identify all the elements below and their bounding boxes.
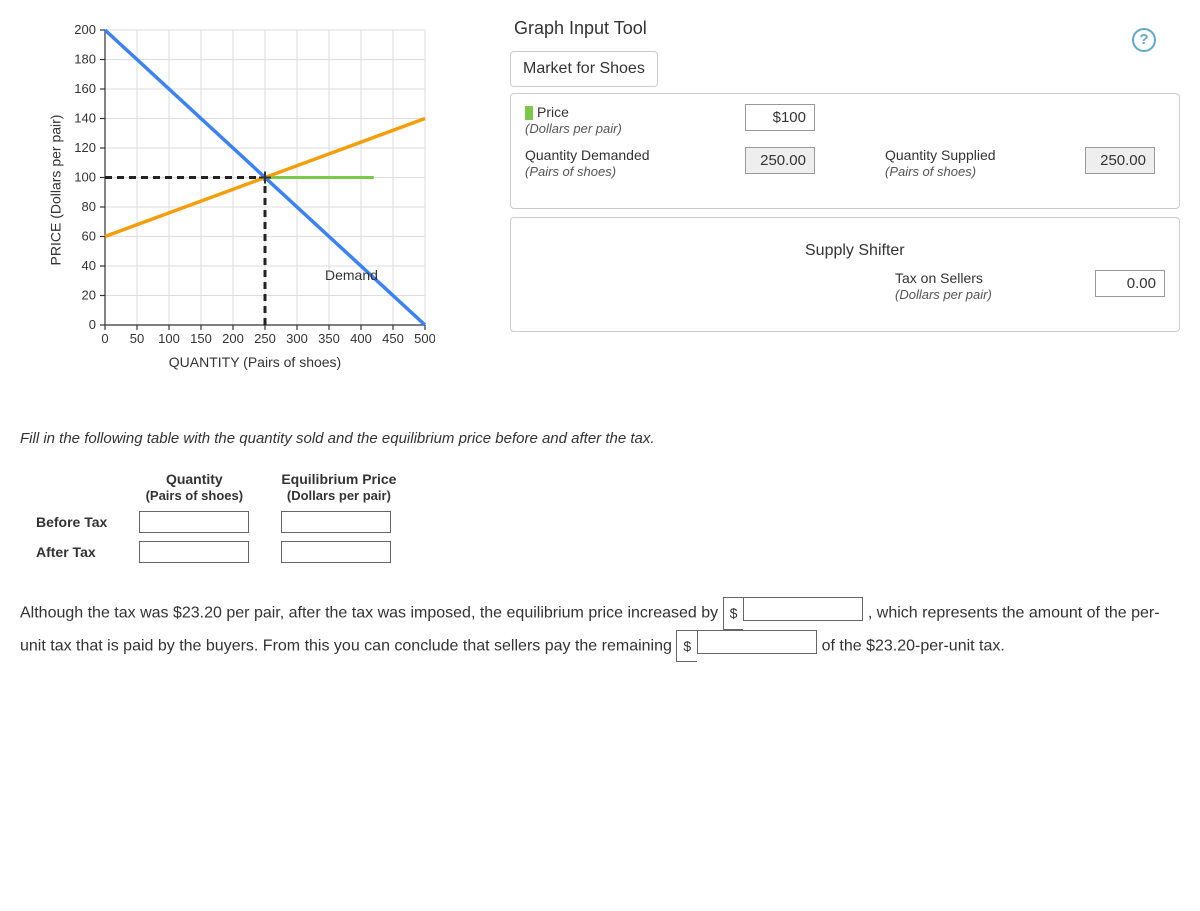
svg-text:500: 500 <box>414 331 435 346</box>
shifter-body: Supply Shifter Tax on Sellers (Dollars p… <box>510 217 1180 332</box>
svg-text:160: 160 <box>75 81 96 96</box>
col-quantity-head: Quantity(Pairs of shoes) <box>123 467 265 507</box>
svg-text:250: 250 <box>254 331 276 346</box>
qs-label: Quantity Supplied (Pairs of shoes) <box>885 147 996 180</box>
table-row: After Tax <box>20 537 412 567</box>
svg-text:200: 200 <box>75 22 96 37</box>
instructions-text: Fill in the following table with the qua… <box>20 430 1180 447</box>
tool-header: Graph Input Tool <box>510 10 1180 51</box>
seller-burden-input[interactable]: $ <box>676 630 817 663</box>
shifter-title: Supply Shifter <box>805 242 1165 260</box>
price-label: Price (Dollars per pair) <box>525 104 622 137</box>
svg-text:150: 150 <box>190 331 212 346</box>
svg-text:0: 0 <box>101 331 108 346</box>
svg-text:350: 350 <box>318 331 340 346</box>
plot-area[interactable]: 0 50 100 150 200 250 300 350 400 450 500 0 20 40 60 80 1… <box>75 20 435 350</box>
svg-text:100: 100 <box>158 331 180 346</box>
svg-text:120: 120 <box>75 140 96 155</box>
qd-label: Quantity Demanded (Pairs of shoes) <box>525 147 650 180</box>
svg-text:100: 100 <box>75 170 96 185</box>
col-price-head: Equilibrium Price(Dollars per pair) <box>265 467 412 507</box>
row-before-label: Before Tax <box>20 507 123 537</box>
conclusion-paragraph: Although the tax was $23.20 per pair, af… <box>20 597 1180 662</box>
svg-text:140: 140 <box>75 111 96 126</box>
qd-value: 250.00 <box>745 147 815 174</box>
buyer-burden-input[interactable]: $ <box>723 597 864 630</box>
after-price-input[interactable] <box>281 541 391 563</box>
svg-text:40: 40 <box>82 258 96 273</box>
svg-text:80: 80 <box>82 199 96 214</box>
tax-input[interactable]: 0.00 <box>1095 270 1165 297</box>
chart-container: PRICE (Dollars per pair) 050100150200250… <box>20 10 470 370</box>
tax-label: Tax on Sellers (Dollars per pair) <box>895 270 992 303</box>
x-axis-label: QUANTITY (Pairs of shoes) <box>75 354 435 370</box>
after-quantity-input[interactable] <box>139 541 249 563</box>
help-icon[interactable]: ? <box>1132 28 1156 52</box>
svg-text:60: 60 <box>82 229 96 244</box>
qs-value: 250.00 <box>1085 147 1155 174</box>
svg-text:Demand: Demand <box>325 267 378 283</box>
svg-text:180: 180 <box>75 52 96 67</box>
svg-text:0: 0 <box>89 317 96 332</box>
table-row: Before Tax <box>20 507 412 537</box>
before-price-input[interactable] <box>281 511 391 533</box>
price-input[interactable]: $100 <box>745 104 815 131</box>
svg-text:450: 450 <box>382 331 404 346</box>
row-after-label: After Tax <box>20 537 123 567</box>
svg-text:50: 50 <box>130 331 144 346</box>
answer-table: Quantity(Pairs of shoes) Equilibrium Pri… <box>20 467 412 567</box>
svg-text:400: 400 <box>350 331 372 346</box>
graph-input-tool: Graph Input Tool ? Market for Shoes Pric… <box>510 10 1180 332</box>
tool-subheader: Market for Shoes <box>510 51 658 87</box>
tool-body: Price (Dollars per pair) $100 Quantity D… <box>510 93 1180 209</box>
y-axis-label: PRICE (Dollars per pair) <box>47 115 63 266</box>
svg-text:20: 20 <box>82 288 96 303</box>
chart-svg[interactable]: 0 50 100 150 200 250 300 350 400 450 500 0 20 40 60 80 1… <box>75 20 435 350</box>
before-quantity-input[interactable] <box>139 511 249 533</box>
svg-text:200: 200 <box>222 331 244 346</box>
svg-text:300: 300 <box>286 331 308 346</box>
